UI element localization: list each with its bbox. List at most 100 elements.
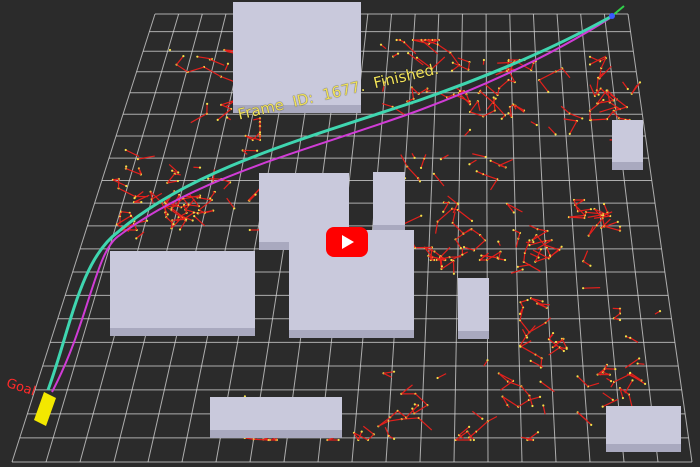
tree-edge (451, 251, 468, 261)
tree-node (191, 219, 194, 222)
tree-node (206, 102, 209, 105)
start-marker (609, 13, 615, 19)
tree-edge (179, 220, 187, 230)
tree-node (518, 312, 522, 315)
tree-edge (603, 203, 608, 213)
tree-edge (433, 173, 445, 187)
tree-node (145, 219, 149, 222)
tree-edge (487, 415, 498, 422)
tree-edge (220, 76, 235, 83)
tree-node (168, 48, 172, 52)
tree-edge (523, 252, 526, 262)
tree-edge (537, 228, 548, 232)
tree-node (192, 211, 195, 214)
tree-node (629, 336, 632, 339)
tree-node (419, 166, 423, 169)
tree-edge (583, 287, 601, 289)
tree-node (468, 128, 472, 131)
tree-node (418, 180, 422, 183)
tree-node (129, 214, 133, 217)
tree-node (516, 265, 519, 268)
tree-node (475, 170, 478, 173)
tree-edge (530, 297, 547, 309)
tree-node (171, 169, 174, 172)
building-base (458, 331, 489, 339)
tree-node (182, 55, 185, 58)
tree-edge (482, 173, 498, 180)
tree-edge (589, 84, 596, 97)
building (373, 172, 405, 233)
tree-node (581, 117, 584, 120)
tree-node (193, 215, 196, 218)
tree-node (459, 247, 462, 250)
tree-node (507, 112, 510, 115)
tree-node (631, 379, 634, 382)
tree-edge (367, 433, 375, 441)
tree-edge (624, 380, 634, 394)
tree-node (226, 116, 229, 119)
tree-edge (469, 159, 477, 165)
play-icon (342, 235, 354, 249)
tree-edge (548, 126, 557, 135)
tree-node (392, 437, 396, 441)
tree-node (547, 90, 550, 93)
tree-node (589, 208, 593, 211)
tree-node (539, 248, 543, 251)
tree-edge (497, 61, 514, 64)
tree-edge (471, 228, 481, 236)
tree-node (492, 96, 495, 99)
tree-node (413, 156, 416, 159)
tree-edge (519, 345, 536, 356)
tree-node (588, 63, 592, 66)
tree-edge (549, 249, 560, 258)
tree-node (503, 258, 507, 262)
tree-edge (464, 129, 471, 137)
tree-edge (467, 61, 471, 70)
tree-node (136, 158, 139, 161)
tree-edge (574, 199, 585, 206)
tree-edge (362, 425, 375, 435)
tree-node (576, 375, 579, 378)
video-player[interactable]: Frame ID: 1677. Finished. Goal (0, 0, 700, 467)
tree-edge (435, 221, 439, 234)
tree-node (436, 376, 439, 380)
tree-node (254, 193, 257, 196)
tree-edge (170, 216, 183, 229)
play-button[interactable] (326, 227, 368, 257)
grid-line (79, 13, 203, 463)
grid-line (556, 13, 591, 463)
tree-edge (135, 231, 145, 239)
tree-node (226, 62, 230, 65)
tree-edge (452, 211, 456, 224)
tree-edge (493, 102, 506, 116)
tree-edge (568, 214, 586, 218)
tree-edge (596, 77, 599, 91)
tree-node (658, 309, 662, 313)
tree-node (177, 171, 180, 174)
tree-edge (457, 57, 470, 63)
tree-node (616, 220, 619, 223)
tree-node (629, 371, 632, 374)
tree-node (602, 202, 606, 206)
tree-node (590, 423, 593, 426)
tree-edge (121, 211, 130, 214)
tree-edge (437, 208, 453, 222)
tree-node (440, 265, 444, 268)
tree-edge (498, 79, 509, 89)
tree-node (494, 97, 497, 100)
building-base (612, 162, 643, 170)
tree-node (554, 133, 557, 136)
tree-edge (622, 81, 629, 90)
tree-edge (437, 373, 447, 379)
tree-node (528, 244, 531, 247)
tree-edge (197, 56, 212, 60)
tree-node (519, 345, 522, 348)
tree-node (601, 405, 604, 408)
tree-edge (406, 166, 419, 179)
tree-node (470, 219, 474, 222)
tree-node (565, 347, 568, 350)
tree-node (415, 56, 419, 59)
tree-node (248, 228, 251, 232)
tree-node (125, 184, 128, 188)
tree-edge (561, 68, 571, 79)
